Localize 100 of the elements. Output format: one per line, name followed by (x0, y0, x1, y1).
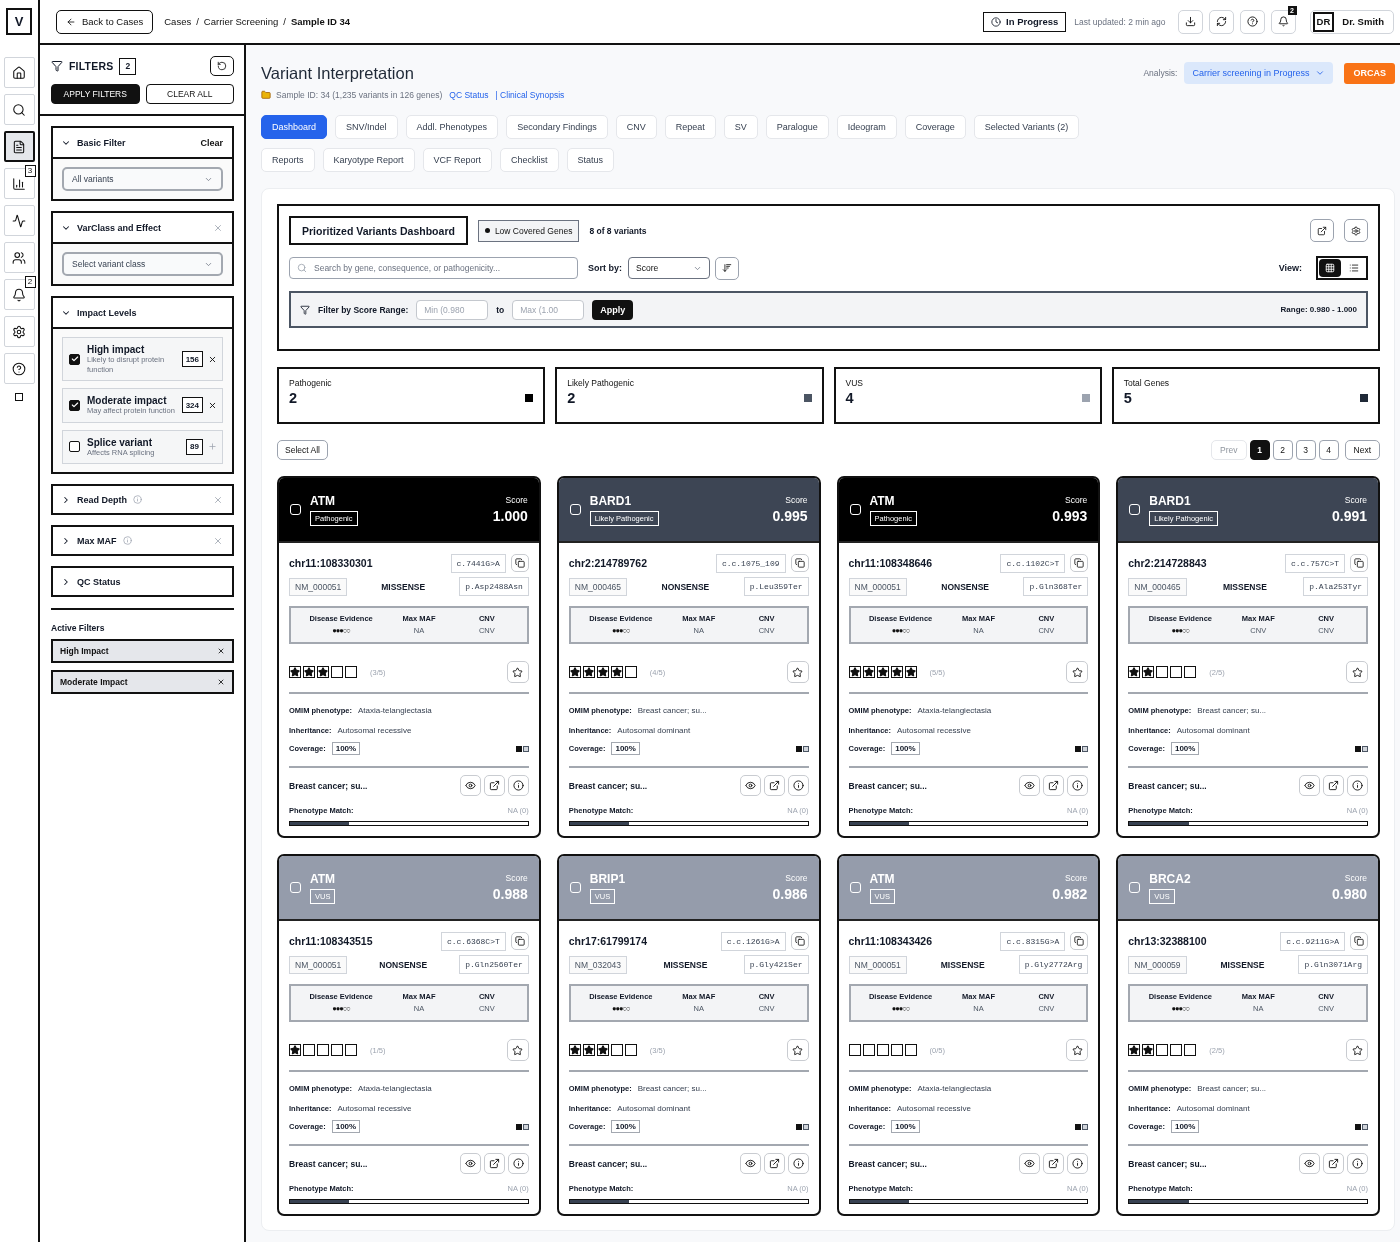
info-button[interactable] (787, 775, 809, 796)
view-button[interactable] (739, 775, 761, 796)
view-button[interactable] (739, 1153, 761, 1174)
tab[interactable]: Secondary Findings (506, 115, 608, 139)
clear-all-button[interactable]: CLEAR ALL (145, 84, 234, 104)
nav-button[interactable]: 3 (3, 168, 35, 199)
copy-button[interactable] (790, 932, 809, 950)
settings-button[interactable] (1344, 219, 1368, 242)
page-button[interactable]: 2 (1272, 440, 1293, 460)
reset-button[interactable] (210, 56, 234, 76)
select-checkbox[interactable] (290, 504, 301, 515)
close-icon[interactable] (208, 400, 217, 410)
tab[interactable]: Checklist (500, 148, 559, 172)
view-button[interactable] (1019, 1153, 1041, 1174)
user-menu-button[interactable]: DR Dr. Smith (1309, 9, 1394, 34)
select-checkbox[interactable] (849, 504, 861, 515)
breadcrumb-link[interactable]: Carrier Screening (203, 16, 279, 27)
breadcrumb-link[interactable]: Cases (164, 16, 192, 27)
tab[interactable]: Addl. Phenotypes (405, 115, 499, 139)
open-link-button[interactable] (763, 775, 785, 796)
tab[interactable]: CNV (615, 115, 657, 139)
star-button[interactable] (1066, 1039, 1089, 1061)
sort-order-button[interactable] (715, 256, 739, 280)
help-button[interactable] (1239, 9, 1265, 34)
info-button[interactable] (1347, 1153, 1368, 1174)
star-button[interactable] (1346, 661, 1368, 683)
open-external-button[interactable] (1310, 219, 1334, 242)
star-button[interactable] (1346, 1039, 1368, 1061)
view-button[interactable] (1019, 775, 1041, 796)
copy-button[interactable] (790, 554, 809, 572)
next-button[interactable]: Next (1344, 440, 1380, 460)
tab[interactable]: Karyotype Report (322, 148, 415, 172)
star-button[interactable] (786, 1039, 809, 1061)
back-button[interactable]: Back to Cases (56, 9, 154, 34)
checkbox[interactable] (69, 441, 80, 453)
page-button[interactable]: 4 (1318, 440, 1339, 460)
page-button[interactable]: 3 (1295, 440, 1316, 460)
copy-button[interactable] (1350, 554, 1368, 572)
download-button[interactable] (1177, 9, 1203, 34)
tab[interactable]: VCF Report (422, 148, 493, 172)
tab[interactable]: Status (566, 148, 615, 172)
star-button[interactable] (1066, 661, 1089, 683)
search-field[interactable]: Search by gene, consequence, or pathogenicity... (289, 257, 578, 279)
header-link[interactable]: QC Status (449, 90, 489, 100)
select-checkbox[interactable] (1129, 882, 1141, 893)
info-button[interactable] (1067, 1153, 1089, 1174)
chevron-right-icon[interactable] (61, 535, 71, 546)
view-button[interactable] (459, 775, 481, 796)
nav-button[interactable]: 2 (3, 279, 35, 310)
tab[interactable]: Repeat (664, 115, 716, 139)
open-link-button[interactable] (1043, 775, 1065, 796)
open-link-button[interactable] (483, 1153, 505, 1174)
apply-button[interactable]: Apply (592, 299, 634, 320)
chevron-right-icon[interactable] (61, 576, 71, 587)
active-filter-chip[interactable]: High Impact (51, 639, 234, 663)
header-link[interactable]: | Clinical Synopsis (495, 90, 565, 100)
refresh-button[interactable] (1208, 9, 1234, 34)
tab[interactable]: Paralogue (765, 115, 829, 139)
tab[interactable]: Reports (261, 148, 315, 172)
max-score-field[interactable]: Max (1.00 (512, 299, 585, 320)
open-link-button[interactable] (483, 775, 505, 796)
open-link-button[interactable] (1323, 775, 1344, 796)
apply-filters-button[interactable]: APPLY FILTERS (51, 84, 140, 104)
info-button[interactable] (507, 775, 529, 796)
view-button[interactable] (1299, 1153, 1320, 1174)
star-button[interactable] (786, 661, 809, 683)
open-link-button[interactable] (763, 1153, 785, 1174)
filter-select[interactable]: Select variant class (62, 252, 223, 276)
open-link-button[interactable] (1043, 1153, 1065, 1174)
chevron-right-icon[interactable] (61, 494, 71, 505)
page-button[interactable]: 1 (1249, 440, 1270, 460)
checkbox[interactable] (69, 399, 80, 411)
checkbox[interactable] (69, 353, 80, 365)
sort-select[interactable]: Score (628, 257, 710, 279)
info-button[interactable] (507, 1153, 529, 1174)
close-icon[interactable] (208, 354, 217, 364)
info-button[interactable] (1347, 775, 1368, 796)
tab[interactable]: SV (723, 115, 758, 139)
select-checkbox[interactable] (1129, 504, 1141, 515)
tab[interactable]: Selected Variants (2) (973, 115, 1080, 139)
tab[interactable]: Ideogram (836, 115, 897, 139)
select-checkbox[interactable] (849, 882, 861, 893)
tab[interactable]: Dashboard (261, 115, 328, 139)
min-score-field[interactable]: Min (0.980 (416, 299, 489, 320)
view-button[interactable] (459, 1153, 481, 1174)
copy-button[interactable] (1070, 554, 1089, 572)
star-button[interactable] (506, 661, 529, 683)
select-checkbox[interactable] (290, 882, 301, 893)
tab[interactable]: SNV/Indel (335, 115, 398, 139)
grid-view-button[interactable] (1319, 259, 1341, 277)
star-button[interactable] (506, 1039, 529, 1061)
filter-select[interactable]: All variants (62, 167, 223, 191)
open-link-button[interactable] (1323, 1153, 1344, 1174)
select-checkbox[interactable] (569, 504, 581, 515)
copy-button[interactable] (510, 554, 529, 572)
nav-button[interactable] (3, 131, 35, 162)
clear-button[interactable]: Clear (200, 137, 223, 148)
low-coverage-chip[interactable]: Low Covered Genes (477, 219, 580, 242)
copy-button[interactable] (510, 932, 529, 950)
select-checkbox[interactable] (569, 882, 581, 893)
